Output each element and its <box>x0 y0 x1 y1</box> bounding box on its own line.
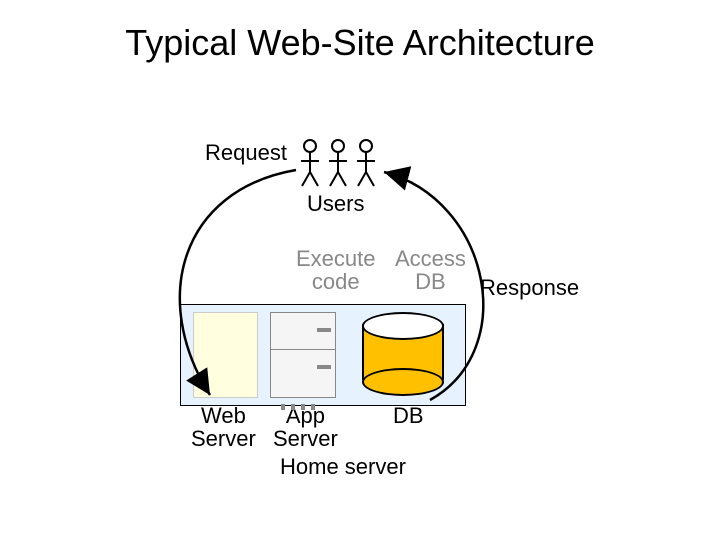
request-label: Request <box>205 141 287 164</box>
execute-code-label: Execute code <box>296 247 376 293</box>
db-label: DB <box>393 404 424 427</box>
web-server-icon <box>193 312 258 398</box>
web-server-label: Web Server <box>191 404 256 450</box>
page-title: Typical Web-Site Architecture <box>0 22 720 64</box>
app-server-label: App Server <box>273 404 338 450</box>
users-icon <box>301 140 375 186</box>
users-label: Users <box>307 192 364 215</box>
home-server-label: Home server <box>280 455 406 478</box>
app-server-icon <box>270 312 336 398</box>
access-db-label: Access DB <box>395 247 466 293</box>
response-label: Response <box>480 276 579 299</box>
